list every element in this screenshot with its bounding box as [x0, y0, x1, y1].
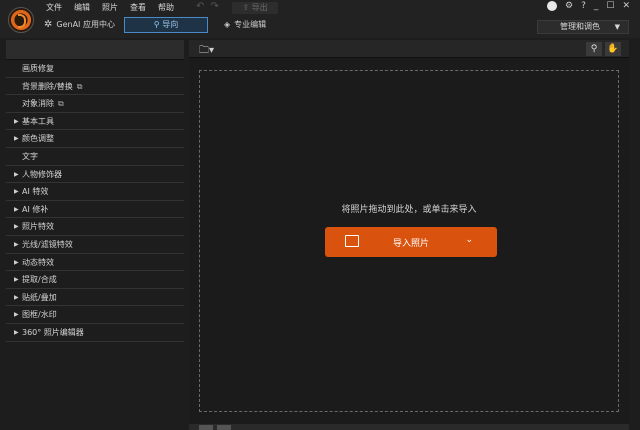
sidebar-header [6, 40, 184, 60]
workspace-toolbar: 🗀▾ ⚲ ✋ [189, 40, 629, 58]
expand-triangle-icon: ▶ [14, 293, 19, 301]
sidebar-item-label: 基本工具 [22, 116, 54, 126]
sidebar-item[interactable]: ▶ AI 特效 [6, 183, 184, 201]
drop-hint-text: 将照片拖动到此处，或单击来导入 [341, 205, 477, 215]
layers-icon: ◈ [224, 20, 231, 29]
expand-triangle-icon: ▶ [14, 117, 19, 125]
sidebar-item-label: 图框/水印 [22, 310, 57, 320]
main-workspace: 🗀▾ ⚲ ✋ 将照片拖动到此处，或单击来导入 导入照片 ⌄ [189, 40, 629, 430]
expand-triangle-icon: ▶ [14, 276, 19, 284]
sidebar-item[interactable]: ▶ 动态特效 [6, 254, 184, 272]
expand-triangle-icon: ▶ [14, 328, 19, 336]
maximize-button[interactable]: ☐ [606, 1, 614, 11]
sidebar-item-label: 颜色调整 [22, 134, 54, 144]
export-button[interactable]: ⇪ 导出 [232, 2, 278, 14]
manage-label: 管理和调色 [560, 22, 600, 31]
manage-and-color-dropdown[interactable]: 管理和调色 ▼ [537, 20, 629, 34]
export-icon: ⇪ [242, 3, 250, 12]
sidebar-item[interactable]: 画质修复 [6, 60, 184, 78]
bottom-bar [189, 424, 629, 430]
tab-pro-edit[interactable]: ◈ 专业编辑 [224, 19, 266, 30]
genai-hub-button[interactable]: ✲ GenAI 应用中心 [44, 19, 115, 30]
photo-drop-zone[interactable]: 将照片拖动到此处，或单击来导入 导入照片 ⌄ [199, 70, 619, 412]
sidebar-item-label: 动态特效 [22, 257, 54, 267]
magic-wand-icon: ⚲ [153, 20, 160, 29]
sidebar-item-label: 画质修复 [22, 64, 54, 73]
menu-view[interactable]: 查看 [130, 2, 146, 14]
menu-bar: 文件 编辑 照片 查看 帮助 [46, 2, 174, 14]
sidebar-item-label: 光线/滤镜特效 [22, 239, 73, 249]
tab-guided-label: 导向 [162, 20, 179, 29]
list-view-button[interactable] [217, 425, 231, 430]
sidebar-item-label: 照片特效 [22, 222, 54, 232]
menu-file[interactable]: 文件 [46, 2, 62, 14]
external-link-icon: ⧉ [76, 81, 83, 91]
help-button[interactable]: ? [581, 1, 586, 11]
chevron-down-icon[interactable]: ⌄ [465, 235, 473, 245]
tab-guided[interactable]: ⚲ 导向 [124, 17, 208, 33]
menu-help[interactable]: 帮助 [158, 2, 174, 14]
tools-sidebar: 画质修复 背景删除/替换 ⧉ 对象消除 ⧉ ▶ 基本工具 ▶ 颜色调整 文字 ▶ 人物修饰器 ▶ AI 特… [6, 40, 184, 430]
menu-photo[interactable]: 照片 [102, 2, 118, 14]
sidebar-item-label: 提取/合成 [22, 275, 57, 285]
thumb-view-button[interactable] [199, 425, 213, 430]
sidebar-item[interactable]: ▶ 人物修饰器 [6, 166, 184, 184]
sidebar-item[interactable]: ▶ 提取/合成 [6, 271, 184, 289]
sidebar-item[interactable]: 文字 [6, 148, 184, 166]
sidebar-item-label: 360° 照片编辑器 [22, 327, 84, 337]
sidebar-item-label: AI 修补 [22, 204, 49, 214]
title-bar: 文件 编辑 照片 查看 帮助 ↶ ↷ ⇪ 导出 ✲ GenAI 应用中心 ⚲ 导… [0, 0, 640, 38]
sidebar-item[interactable]: ▶ 基本工具 [6, 113, 184, 131]
external-link-icon: ⧉ [58, 99, 64, 109]
sidebar-item-label: 对象消除 [22, 99, 54, 109]
sidebar-item[interactable]: ▶ AI 修补 [6, 201, 184, 219]
sidebar-item[interactable]: ▶ 光线/滤镜特效 [6, 236, 184, 254]
redo-icon[interactable]: ↷ [210, 1, 218, 12]
undo-redo-group: ↶ ↷ [196, 1, 219, 12]
zoom-search-icon[interactable]: ⚲ [586, 42, 602, 56]
expand-triangle-icon: ▶ [14, 311, 19, 319]
sidebar-item[interactable]: 背景删除/替换 ⧉ [6, 78, 184, 96]
expand-triangle-icon: ▶ [14, 223, 19, 231]
expand-triangle-icon: ▶ [14, 170, 19, 178]
sidebar-item[interactable]: ▶ 颜色调整 [6, 130, 184, 148]
chevron-down-icon: ▼ [614, 23, 620, 31]
expand-triangle-icon: ▶ [14, 188, 19, 196]
expand-triangle-icon: ▶ [14, 240, 19, 248]
view-tools: ⚲ ✋ [586, 42, 621, 56]
sidebar-item[interactable]: ▶ 照片特效 [6, 218, 184, 236]
import-photos-button[interactable]: 导入照片 ⌄ [325, 227, 497, 257]
genai-label: GenAI 应用中心 [56, 20, 115, 29]
export-label: 导出 [251, 3, 268, 12]
sidebar-item-label: AI 特效 [22, 187, 49, 197]
pan-hand-icon[interactable]: ✋ [605, 42, 621, 56]
close-button[interactable]: ✕ [622, 1, 630, 11]
sidebar-item-label: 文字 [22, 151, 38, 161]
window-controls: ⚙ ? _ ☐ ✕ [547, 1, 630, 11]
expand-triangle-icon: ▶ [14, 135, 19, 143]
sidebar-item[interactable]: 对象消除 ⧉ [6, 95, 184, 113]
sidebar-item-label: 人物修饰器 [22, 169, 62, 179]
tab-pro-label: 专业编辑 [234, 20, 267, 29]
folder-icon[interactable]: 🗀▾ [199, 43, 214, 60]
app-logo-icon [8, 7, 34, 33]
menu-edit[interactable]: 编辑 [74, 2, 90, 14]
sidebar-item[interactable]: ▶ 图框/水印 [6, 306, 184, 324]
sidebar-item-label: 背景删除/替换 [22, 81, 73, 91]
expand-triangle-icon: ▶ [14, 258, 19, 266]
sidebar-item-label: 贴纸/叠加 [22, 292, 57, 302]
minimize-button[interactable]: _ [594, 1, 599, 11]
undo-icon[interactable]: ↶ [196, 1, 204, 12]
sidebar-list: 画质修复 背景删除/替换 ⧉ 对象消除 ⧉ ▶ 基本工具 ▶ 颜色调整 文字 ▶ 人物修饰器 ▶ AI 特… [6, 60, 184, 342]
sidebar-item[interactable]: ▶ 360° 照片编辑器 [6, 324, 184, 342]
sidebar-item[interactable]: ▶ 贴纸/叠加 [6, 289, 184, 307]
expand-triangle-icon: ▶ [14, 205, 19, 213]
sparkle-icon: ✲ [44, 19, 53, 30]
settings-gear-icon[interactable]: ⚙ [565, 1, 573, 11]
account-icon[interactable] [547, 1, 558, 11]
